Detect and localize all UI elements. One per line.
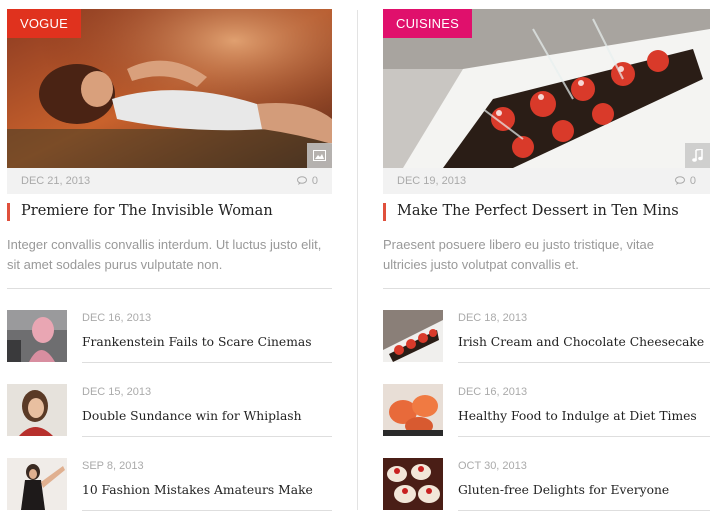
- category-badge[interactable]: VOGUE: [7, 9, 81, 38]
- featured-image-cuisines[interactable]: CUISINES: [383, 9, 710, 168]
- list-item[interactable]: DEC 15, 2013 Double Sundance win for Whi…: [7, 384, 332, 458]
- separator: [7, 288, 332, 289]
- list-item[interactable]: SEP 8, 2013 10 Fashion Mistakes Amateurs…: [7, 458, 332, 527]
- post-thumbnail[interactable]: [383, 310, 443, 362]
- post-thumbnail[interactable]: [383, 384, 443, 436]
- separator: [383, 288, 710, 289]
- list-item[interactable]: DEC 16, 2013 Frankenstein Fails to Scare…: [7, 310, 332, 384]
- music-icon: [685, 143, 710, 168]
- featured-post-title[interactable]: Premiere for The Invisible Woman: [7, 203, 332, 221]
- post-date: DEC 19, 2013: [397, 175, 467, 187]
- featured-post-excerpt: Integer convallis convallis interdum. Ut…: [7, 237, 322, 272]
- post-list: DEC 16, 2013 Frankenstein Fails to Scare…: [7, 310, 332, 527]
- post-date: DEC 16, 2013: [82, 312, 152, 324]
- comments-icon: [674, 176, 685, 185]
- post-meta-bar: DEC 19, 2013 0: [383, 168, 710, 194]
- comment-count[interactable]: 0: [296, 175, 318, 187]
- post-thumbnail[interactable]: [383, 458, 443, 510]
- post-title[interactable]: Irish Cream and Chocolate Cheesecake: [458, 335, 710, 349]
- featured-post-title[interactable]: Make The Perfect Dessert in Ten Mins: [383, 203, 710, 221]
- post-date: DEC 16, 2013: [458, 386, 528, 398]
- post-thumbnail[interactable]: [7, 310, 67, 362]
- post-title[interactable]: Healthy Food to Indulge at Diet Times: [458, 409, 710, 423]
- category-badge[interactable]: CUISINES: [383, 9, 473, 38]
- post-date: OCT 30, 2013: [458, 460, 527, 472]
- post-date: DEC 18, 2013: [458, 312, 528, 324]
- post-thumbnail[interactable]: [7, 384, 67, 436]
- post-title[interactable]: 10 Fashion Mistakes Amateurs Make: [82, 483, 332, 497]
- featured-post-excerpt: Praesent posuere libero eu justo tristiq…: [383, 237, 654, 272]
- post-date: DEC 15, 2013: [82, 386, 152, 398]
- post-date: SEP 8, 2013: [82, 460, 144, 472]
- post-date: DEC 21, 2013: [21, 175, 91, 187]
- comments-icon: [296, 176, 307, 185]
- post-thumbnail[interactable]: [7, 458, 67, 510]
- list-item[interactable]: DEC 18, 2013 Irish Cream and Chocolate C…: [383, 310, 710, 384]
- post-title[interactable]: Gluten-free Delights for Everyone: [458, 483, 710, 497]
- comment-count[interactable]: 0: [674, 175, 696, 187]
- block-vogue: VOGUE DEC 21, 2013 0 Premiere for The In…: [7, 0, 332, 527]
- list-item[interactable]: OCT 30, 2013 Gluten-free Delights for Ev…: [383, 458, 710, 527]
- featured-image-vogue[interactable]: VOGUE: [7, 9, 332, 168]
- block-cuisines: CUISINES DEC 19, 2013 0 Make The Perfect…: [383, 0, 710, 527]
- post-meta-bar: DEC 21, 2013 0: [7, 168, 332, 194]
- post-title[interactable]: Double Sundance win for Whiplash: [82, 409, 332, 423]
- post-title[interactable]: Frankenstein Fails to Scare Cinemas: [82, 335, 332, 349]
- post-list: DEC 18, 2013 Irish Cream and Chocolate C…: [383, 310, 710, 527]
- image-icon: [307, 143, 332, 168]
- list-item[interactable]: DEC 16, 2013 Healthy Food to Indulge at …: [383, 384, 710, 458]
- column-divider: [357, 10, 358, 510]
